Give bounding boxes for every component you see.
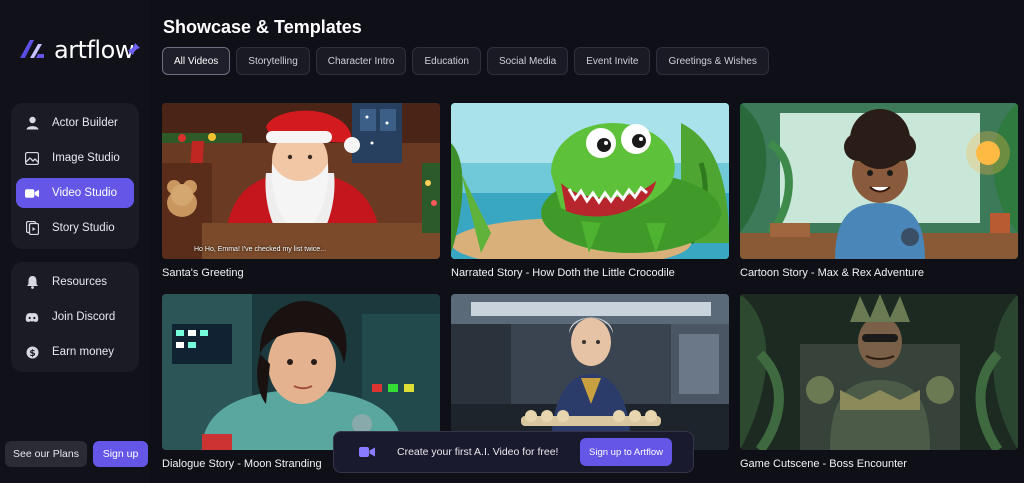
card-title: Santa's Greeting [162, 267, 244, 279]
person-icon [25, 116, 39, 130]
bell-icon [25, 275, 39, 289]
nav-secondary: Resources Join Discord $ Earn money [11, 262, 139, 372]
banner-text: Create your first A.I. Video for free! [397, 446, 559, 458]
video-thumbnail[interactable] [740, 294, 1018, 450]
card-title: Game Cutscene - Boss Encounter [740, 458, 907, 470]
tab-event-invite[interactable]: Event Invite [574, 47, 651, 75]
signup-artflow-button[interactable]: Sign up to Artflow [580, 438, 672, 466]
video-card-crocodile[interactable]: Narrated Story - How Doth the Little Cro… [451, 103, 729, 279]
video-card-max-rex[interactable]: Cartoon Story - Max & Rex Adventure [740, 103, 1018, 279]
video-camera-icon [359, 447, 375, 457]
sidebar-item-join-discord[interactable]: Join Discord [16, 302, 134, 332]
sidebar-item-label: Story Studio [52, 222, 115, 234]
video-card-boss-encounter[interactable]: Game Cutscene - Boss Encounter [740, 294, 1018, 470]
sidebar-item-label: Resources [52, 276, 107, 288]
video-subtitle: Ho Ho, Emma! I've checked my list twice.… [194, 246, 327, 253]
sidebar-item-label: Earn money [52, 346, 115, 358]
tab-social-media[interactable]: Social Media [486, 47, 569, 75]
sidebar-item-label: Image Studio [52, 152, 120, 164]
video-thumbnail[interactable] [451, 103, 729, 259]
video-thumbnail[interactable] [740, 103, 1018, 259]
story-icon [25, 221, 39, 235]
sidebar-item-label: Video Studio [52, 187, 118, 199]
brand-name: artflow [54, 36, 134, 64]
crocodile-illustration [451, 103, 729, 259]
signup-banner: Create your first A.I. Video for free! S… [333, 431, 694, 473]
video-camera-icon [25, 186, 39, 200]
card-title: Cartoon Story - Max & Rex Adventure [740, 267, 925, 279]
nav-primary: Actor Builder Image Studio Video Studio … [11, 103, 139, 249]
card-title: Narrated Story - How Doth the Little Cro… [451, 267, 675, 279]
astronaut-illustration [162, 294, 440, 450]
dollar-icon: $ [25, 345, 39, 359]
sidebar-item-image-studio[interactable]: Image Studio [16, 143, 134, 173]
sidebar-item-earn-money[interactable]: $ Earn money [16, 337, 134, 367]
sidebar-item-label: Actor Builder [52, 117, 118, 129]
sidebar-item-resources[interactable]: Resources [16, 267, 134, 297]
video-thumbnail[interactable] [162, 294, 440, 450]
tab-education[interactable]: Education [412, 47, 481, 75]
santa-illustration [162, 103, 440, 259]
sidebar-item-actor-builder[interactable]: Actor Builder [16, 108, 134, 138]
sidebar-item-story-studio[interactable]: Story Studio [16, 213, 134, 243]
video-thumbnail[interactable] [451, 294, 729, 450]
sidebar-item-video-studio[interactable]: Video Studio [16, 178, 134, 208]
see-plans-button[interactable]: See our Plans [5, 441, 87, 467]
tab-character-intro[interactable]: Character Intro [315, 47, 407, 75]
svg-text:$: $ [29, 348, 35, 358]
page-title: Showcase & Templates [163, 17, 362, 37]
tab-storytelling[interactable]: Storytelling [236, 47, 310, 75]
artflow-logo-icon [20, 40, 44, 58]
image-icon [25, 151, 39, 165]
sign-up-button[interactable]: Sign up [93, 441, 148, 467]
sidebar-item-label: Join Discord [52, 311, 116, 323]
tab-all-videos[interactable]: All Videos [162, 47, 231, 75]
tab-greetings-wishes[interactable]: Greetings & Wishes [656, 47, 769, 75]
sidebar: artflow Actor Builder Image Studio Video… [0, 0, 150, 483]
game-boss-illustration [740, 294, 1018, 450]
discord-icon [25, 310, 39, 324]
category-tabs: All Videos Storytelling Character Intro … [162, 47, 775, 75]
kitchen-illustration [451, 294, 729, 450]
video-thumbnail[interactable]: Ho Ho, Emma! I've checked my list twice.… [162, 103, 440, 259]
cartoon-boy-illustration [740, 103, 1018, 259]
pin-icon[interactable] [127, 42, 141, 56]
video-card-santa[interactable]: Ho Ho, Emma! I've checked my list twice.… [162, 103, 440, 279]
